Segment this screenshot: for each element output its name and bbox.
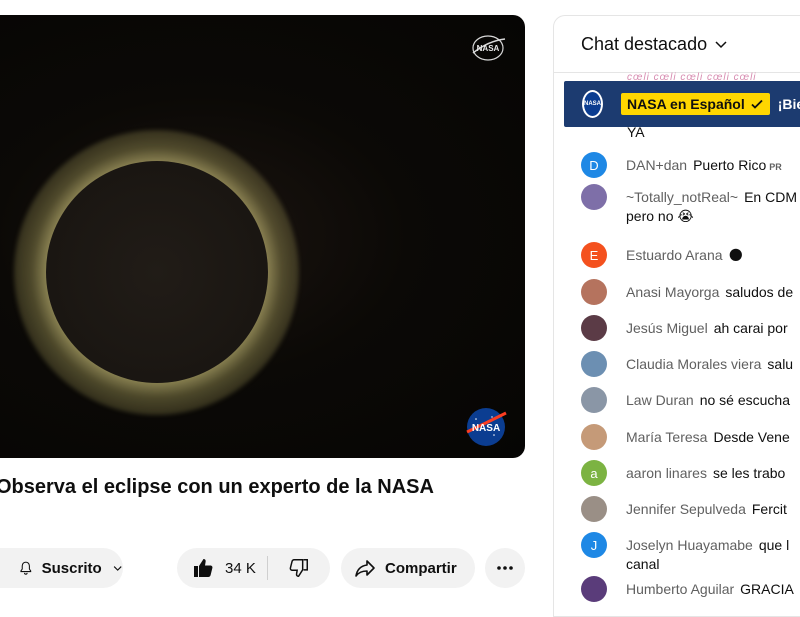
chevron-down-icon <box>113 566 122 571</box>
nasa-meatball-icon: NASA <box>466 408 507 446</box>
watermark-text: NASA <box>477 44 500 53</box>
avatar: a <box>581 460 607 486</box>
wrapped-message-line: YA <box>627 124 645 140</box>
chat-message[interactable]: Jesús Miguel ah carai por <box>581 315 800 341</box>
avatar <box>581 424 607 450</box>
share-button[interactable]: Compartir <box>341 548 475 588</box>
avatar <box>581 279 607 305</box>
subscribe-label: Suscrito <box>41 559 102 577</box>
chat-author: aaron linares <box>626 465 707 481</box>
avatar <box>581 496 607 522</box>
share-icon <box>355 560 375 577</box>
avatar: E <box>581 242 607 268</box>
chat-message[interactable]: D DAN+dan Puerto Rico PR <box>581 152 800 178</box>
chat-message[interactable]: María Teresa Desde Vene <box>581 424 800 450</box>
chat-text: GRACIA <box>740 581 794 597</box>
avatar <box>581 387 607 413</box>
share-label: Compartir <box>385 559 457 577</box>
chat-message[interactable]: E Estuardo Arana 🌑 <box>581 242 800 268</box>
chat-author: Jennifer Sepulveda <box>626 501 746 517</box>
like-dislike-group: 34 K <box>177 548 330 588</box>
verified-check-icon <box>751 99 763 109</box>
pinned-author-badge: NASA en Español <box>621 93 770 115</box>
avatar <box>581 351 607 377</box>
video-player[interactable]: NASA NASA <box>0 15 525 458</box>
chat-author: Humberto Aguilar <box>626 581 735 597</box>
chat-message[interactable]: Humberto Aguilar GRACIA <box>581 576 800 602</box>
chevron-down-icon <box>715 41 727 49</box>
subscribe-button[interactable]: Suscrito <box>0 548 123 588</box>
scrolled-text-residue: cœli cœli cœli cœli cœli <box>627 72 757 81</box>
chat-text: Puerto Rico <box>693 157 767 173</box>
chat-text: En CDM <box>744 189 797 205</box>
chat-author: María Teresa <box>626 429 708 445</box>
chat-text-cont: canal <box>626 556 660 572</box>
like-count: 34 K <box>225 559 256 577</box>
thumbs-down-icon <box>289 559 308 577</box>
chat-text: ah carai por <box>713 320 788 336</box>
chat-message[interactable]: J Joselyn Huayamabe que l canal <box>581 532 800 574</box>
avatar <box>581 184 607 210</box>
chat-author: Estuardo Arana <box>626 247 723 263</box>
avatar <box>581 315 607 341</box>
chat-text: 🌑 <box>728 247 744 263</box>
chat-text: se les trabo <box>712 465 786 481</box>
chat-message[interactable]: Law Duran no sé escucha <box>581 387 800 413</box>
avatar <box>581 576 607 602</box>
chat-message[interactable]: Anasi Mayorga saludos de <box>581 279 800 305</box>
chat-text: salu <box>767 356 794 372</box>
chat-message[interactable]: ~Totally_notReal~ En CDM pero no 😭 <box>581 184 800 226</box>
chat-author: Claudia Morales viera <box>626 356 762 372</box>
chat-text: Fercit <box>751 501 787 517</box>
thumbs-up-icon <box>194 559 213 577</box>
avatar: J <box>581 532 607 558</box>
avatar-text: NASA <box>584 101 602 107</box>
avatar: D <box>581 152 607 178</box>
avatar: NASA <box>582 90 604 118</box>
eclipse-moon <box>46 161 268 383</box>
pinned-message-banner[interactable]: NASA NASA en Español ¡Bie <box>564 81 800 127</box>
chat-text: no sé escucha <box>699 392 790 408</box>
more-actions-button[interactable] <box>485 548 525 588</box>
chat-message[interactable]: Jennifer Sepulveda Fercit <box>581 496 800 522</box>
pinned-message-text: ¡Bie <box>777 96 800 112</box>
nasa-logo-icon: NASA <box>472 35 506 61</box>
chat-author: Jesús Miguel <box>626 320 708 336</box>
pinned-author-name: NASA en Español <box>627 96 745 112</box>
chat-mode-title: Chat destacado <box>581 33 708 54</box>
chat-text-cont: pero no 😭 <box>626 208 694 224</box>
chat-text: que l <box>758 537 790 553</box>
chat-message[interactable]: Claudia Morales viera salu <box>581 351 800 377</box>
chat-text: saludos de <box>725 284 794 300</box>
chat-text: Desde Vene <box>713 429 790 445</box>
like-button[interactable]: 34 K <box>177 548 267 588</box>
chat-author: Joselyn Huayamabe <box>626 537 753 553</box>
chat-author: DAN+dan <box>626 157 688 173</box>
chat-message[interactable]: a aaron linares se les trabo <box>581 460 800 486</box>
country-flag: PR <box>769 162 782 172</box>
meatball-text: NASA <box>472 423 500 434</box>
chat-header[interactable]: Chat destacado <box>554 16 800 73</box>
more-icon <box>497 566 513 570</box>
chat-author: Anasi Mayorga <box>626 284 720 300</box>
bell-icon <box>20 561 32 575</box>
chat-author: Law Duran <box>626 392 694 408</box>
video-title: Observa el eclipse con un experto de la … <box>0 476 434 498</box>
chat-author: ~Totally_notReal~ <box>626 189 739 205</box>
dislike-button[interactable] <box>268 548 330 588</box>
